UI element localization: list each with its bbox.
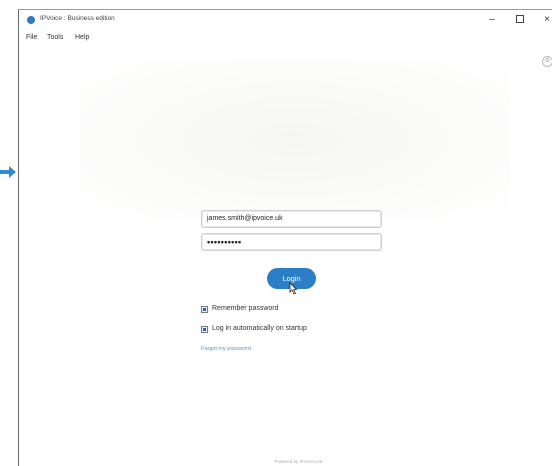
arrow-right-icon: [0, 166, 16, 178]
menu-tools[interactable]: Tools: [47, 34, 63, 41]
menu-help[interactable]: Help: [75, 34, 89, 41]
checkbox-tick-icon: [203, 308, 206, 311]
ipvoice-app-icon: [27, 16, 35, 24]
app-window: IPVoice : Business edition – × File Tool…: [18, 9, 552, 466]
minimize-button[interactable]: –: [479, 10, 505, 30]
background-graphic: [79, 60, 509, 220]
auto-login-checkbox[interactable]: [201, 326, 208, 333]
remember-password-checkbox[interactable]: [201, 306, 208, 313]
checkbox-tick-icon: [203, 328, 206, 331]
screenshot-stage: IPVoice : Business edition – × File Tool…: [0, 0, 552, 466]
window-title: IPVoice : Business edition: [40, 15, 115, 22]
powered-by-footer: Powered by IPVoice Ltd.: [274, 459, 324, 464]
auto-login-label: Log in automatically on startup: [212, 325, 307, 332]
close-button[interactable]: ×: [534, 10, 552, 30]
remember-password-label: Remember password: [212, 305, 279, 312]
menu-bar: File Tools Help: [19, 32, 552, 46]
title-bar[interactable]: IPVoice : Business edition – ×: [19, 10, 552, 30]
password-field[interactable]: ••••••••••: [201, 233, 382, 251]
forgot-password-link[interactable]: Forgot my password: [201, 346, 251, 352]
maximize-icon: [516, 15, 524, 24]
maximize-button[interactable]: [507, 10, 533, 30]
menu-file[interactable]: File: [26, 34, 37, 41]
mouse-cursor-icon: [289, 282, 298, 295]
email-field[interactable]: james.smith@ipvoice.uk: [201, 210, 382, 228]
settings-circle-icon[interactable]: ⚙: [542, 56, 552, 67]
